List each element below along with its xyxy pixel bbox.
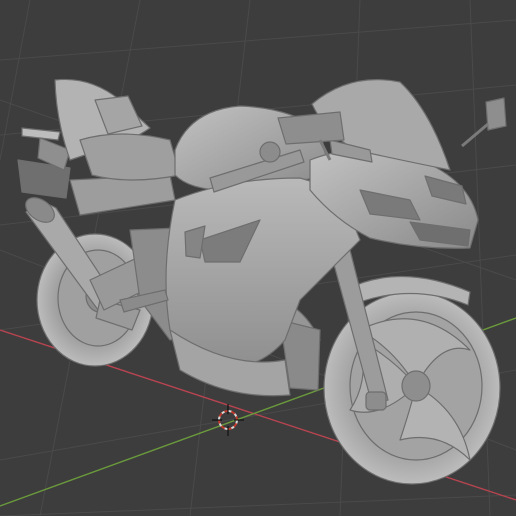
mirror-right (461, 97, 507, 148)
3d-viewport[interactable] (0, 0, 516, 516)
viewport-canvas[interactable] (0, 0, 516, 516)
motorcycle-model[interactable] (17, 78, 507, 485)
rider-seat (79, 133, 181, 181)
license-plate (17, 127, 71, 199)
rear-subframe (69, 174, 176, 216)
